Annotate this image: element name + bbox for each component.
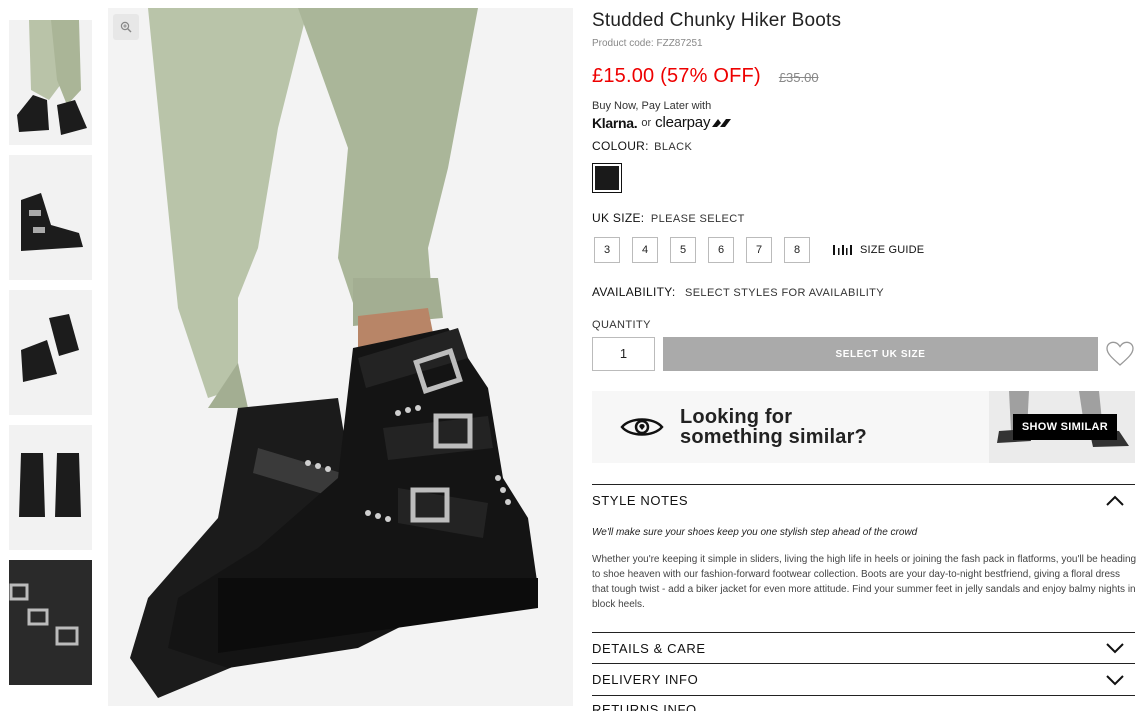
quantity-input[interactable]: 1 (592, 337, 655, 371)
add-to-bag-button[interactable]: SELECT UK SIZE (662, 337, 1099, 371)
ruler-icon (833, 245, 852, 255)
colour-row: COLOUR: BLACK (592, 139, 1135, 153)
style-notes-body: Whether you're keeping it simple in slid… (592, 554, 1137, 610)
chevron-down-icon (1106, 643, 1124, 654)
colour-swatch-black[interactable] (592, 163, 622, 193)
thumbnail-list (9, 20, 92, 695)
bnpl-text: Buy Now, Pay Later with (592, 100, 712, 112)
similar-line2: something similar? (680, 426, 867, 448)
size-label: UK SIZE: (592, 211, 645, 225)
thumbnail-5[interactable] (9, 560, 92, 685)
size-options: 3 4 5 6 7 8 SIZE GUIDE (592, 237, 1135, 263)
availability-value: SELECT STYLES FOR AVAILABILITY (684, 287, 885, 299)
size-option-7[interactable]: 7 (746, 237, 772, 263)
size-option-5[interactable]: 5 (670, 237, 696, 263)
product-code: Product code: FZZ87251 (592, 38, 703, 49)
chevron-up-icon (1106, 495, 1124, 506)
klarna-logo[interactable]: Klarna. (592, 115, 638, 131)
clearpay-logo[interactable]: clearpay (655, 114, 710, 131)
original-price: £35.00 (778, 70, 819, 85)
colour-label: COLOUR: (592, 139, 649, 153)
similar-line1: Looking for (680, 406, 793, 428)
heart-icon (1106, 341, 1134, 366)
details-care-title: DETAILS & CARE (592, 640, 706, 656)
size-option-6[interactable]: 6 (708, 237, 734, 263)
zoom-in-icon (120, 21, 132, 33)
colour-value: BLACK (654, 141, 693, 153)
chevron-down-icon (1106, 674, 1124, 685)
wishlist-button[interactable] (1105, 339, 1135, 369)
zoom-button[interactable] (113, 14, 139, 40)
sale-price: £15.00 (57% OFF) (592, 65, 761, 87)
size-value: PLEASE SELECT (650, 213, 745, 225)
clearpay-arrows-icon (712, 118, 732, 127)
bnpl-logos: Klarna. or clearpay (592, 114, 1135, 131)
size-option-4[interactable]: 4 (632, 237, 658, 263)
product-page: Studded Chunky Hiker Boots Product code:… (0, 0, 1143, 711)
thumbnail-2[interactable] (9, 155, 92, 280)
availability-label: AVAILABILITY: (592, 285, 676, 299)
quantity-label: QUANTITY (592, 319, 651, 331)
quantity-row: 1 SELECT UK SIZE (592, 337, 1135, 371)
product-info: Studded Chunky Hiker Boots Product code:… (592, 8, 1137, 711)
accordion-delivery-info[interactable]: DELIVERY INFO (592, 663, 1135, 695)
thumbnail-1[interactable] (9, 20, 92, 145)
bnpl-or: or (641, 116, 652, 129)
show-similar-button[interactable]: SHOW SIMILAR (1012, 414, 1117, 440)
accordion-style-notes[interactable]: STYLE NOTES (592, 484, 1135, 516)
similar-banner[interactable]: Looking for something similar? SHOW SIMI… (592, 391, 1135, 463)
availability-row: AVAILABILITY: SELECT STYLES FOR AVAILABI… (592, 283, 1135, 301)
returns-info-title: RETURNS INFO (592, 702, 697, 711)
main-product-image[interactable] (108, 8, 573, 706)
similar-text: Looking for something similar? (680, 407, 867, 447)
thumbnail-3[interactable] (9, 290, 92, 415)
size-label-row: UK SIZE: PLEASE SELECT (592, 209, 1135, 227)
delivery-info-title: DELIVERY INFO (592, 672, 699, 687)
size-guide-link[interactable]: SIZE GUIDE (832, 244, 924, 256)
size-option-8[interactable]: 8 (784, 237, 810, 263)
size-guide-label: SIZE GUIDE (860, 244, 925, 256)
size-option-3[interactable]: 3 (594, 237, 620, 263)
accordion-returns-info[interactable]: RETURNS INFO (592, 695, 1135, 711)
style-notes-title: STYLE NOTES (592, 493, 689, 508)
price-row: £15.00 (57% OFF) £35.00 (592, 65, 1135, 88)
accordion-details-care[interactable]: DETAILS & CARE (592, 632, 1135, 663)
style-notes-lead: We'll make sure your shoes keep you one … (592, 527, 918, 538)
product-title: Studded Chunky Hiker Boots (592, 10, 842, 31)
eye-icon (620, 418, 664, 436)
thumbnail-4[interactable] (9, 425, 92, 550)
